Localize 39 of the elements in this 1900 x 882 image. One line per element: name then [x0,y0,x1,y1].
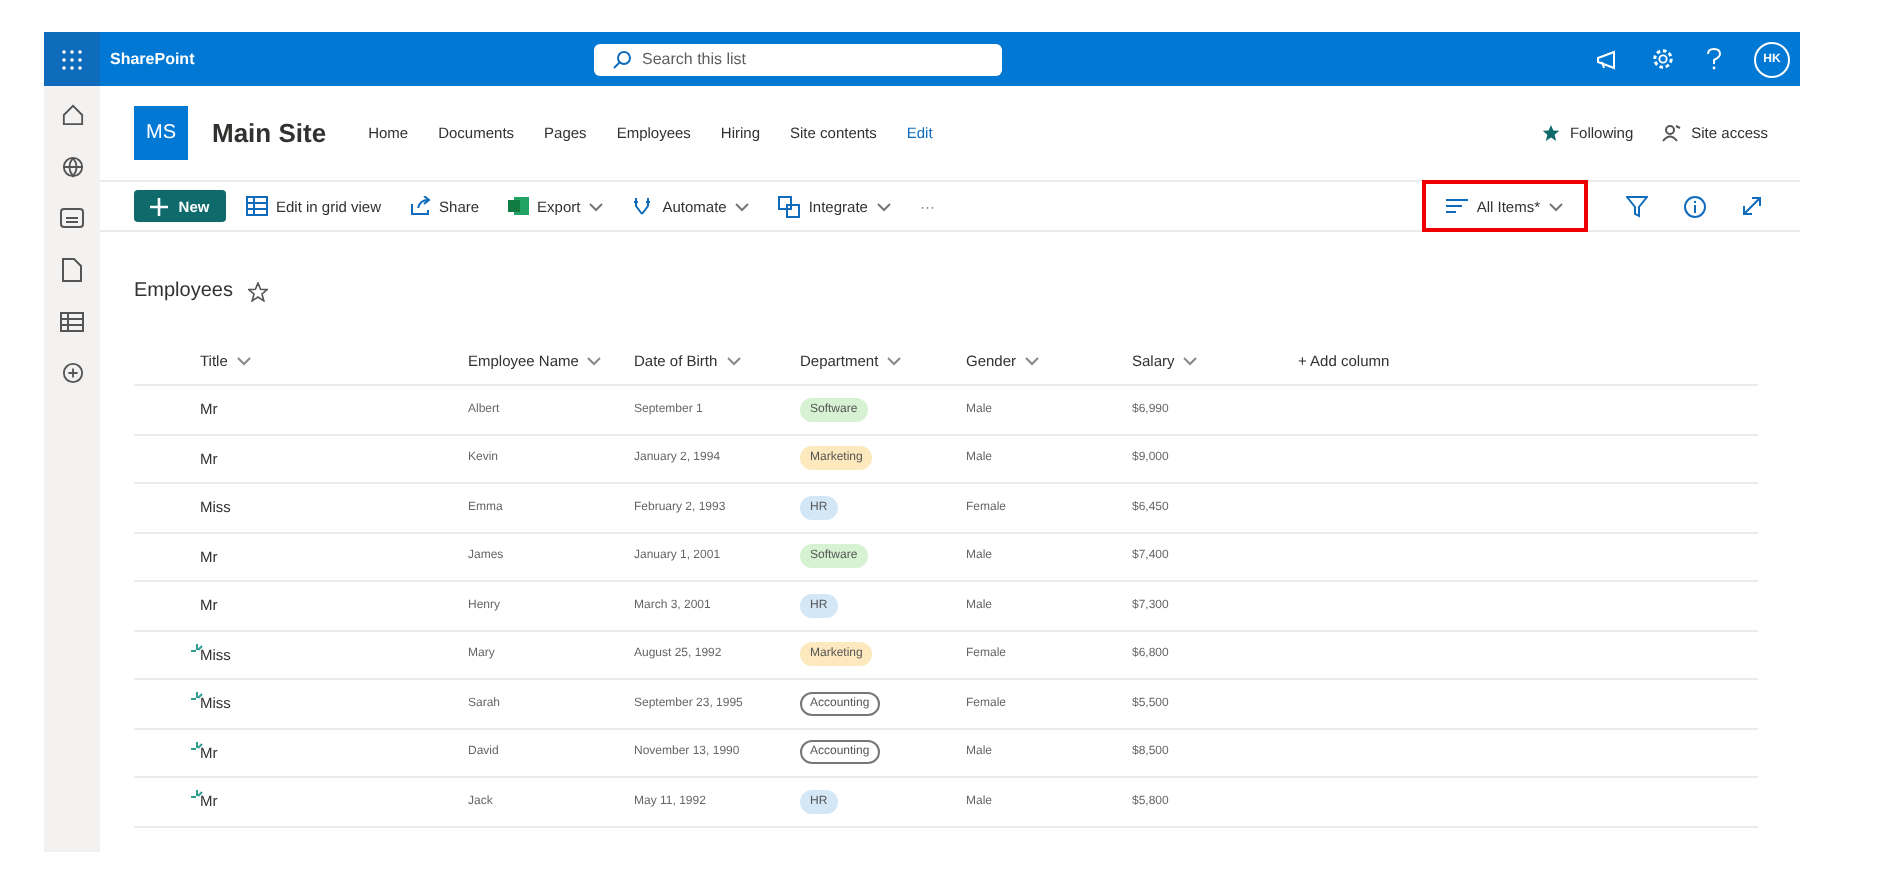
news-icon[interactable] [60,208,84,228]
star-icon [1541,124,1560,142]
add-icon[interactable] [61,362,83,384]
chevron-down-icon [734,201,751,211]
megaphone-icon[interactable] [1596,49,1620,69]
chevron-down-icon [875,201,892,211]
chevron-down-icon [886,355,903,365]
search-field[interactable]: Search this list [594,43,1002,75]
info-icon[interactable] [1684,195,1706,217]
document-icon[interactable] [62,258,82,282]
app-launcher-icon[interactable] [44,32,100,86]
app-name[interactable]: SharePoint [110,50,594,68]
chevron-down-icon [588,201,605,211]
home-icon[interactable] [61,104,83,126]
share-icon [409,196,432,216]
chevron-down-icon [586,355,603,365]
squares-icon [778,195,801,217]
site-title[interactable]: Main Site [212,118,327,148]
spreadsheet-icon [507,196,530,216]
settings-icon[interactable] [1652,48,1674,70]
search-icon [612,49,632,69]
list-icon[interactable] [60,312,84,332]
flow-icon [632,195,655,217]
help-icon[interactable] [1706,48,1722,70]
chevron-down-icon [725,355,742,365]
favorite-star-icon[interactable] [248,281,269,301]
chevron-down-icon [1182,355,1199,365]
filter-icon[interactable] [1626,195,1648,217]
chevron-down-icon [235,355,252,365]
grid-icon [246,196,268,216]
people-icon [1661,124,1682,142]
chevron-down-icon [1024,355,1041,365]
chevron-down-icon [1548,201,1564,211]
globe-icon[interactable] [61,156,83,178]
view-lines-icon [1446,198,1469,214]
expand-icon[interactable] [1742,196,1762,216]
site-logo[interactable]: MS [134,106,188,160]
plus-icon [150,197,169,215]
list-title: Employees [134,280,233,302]
